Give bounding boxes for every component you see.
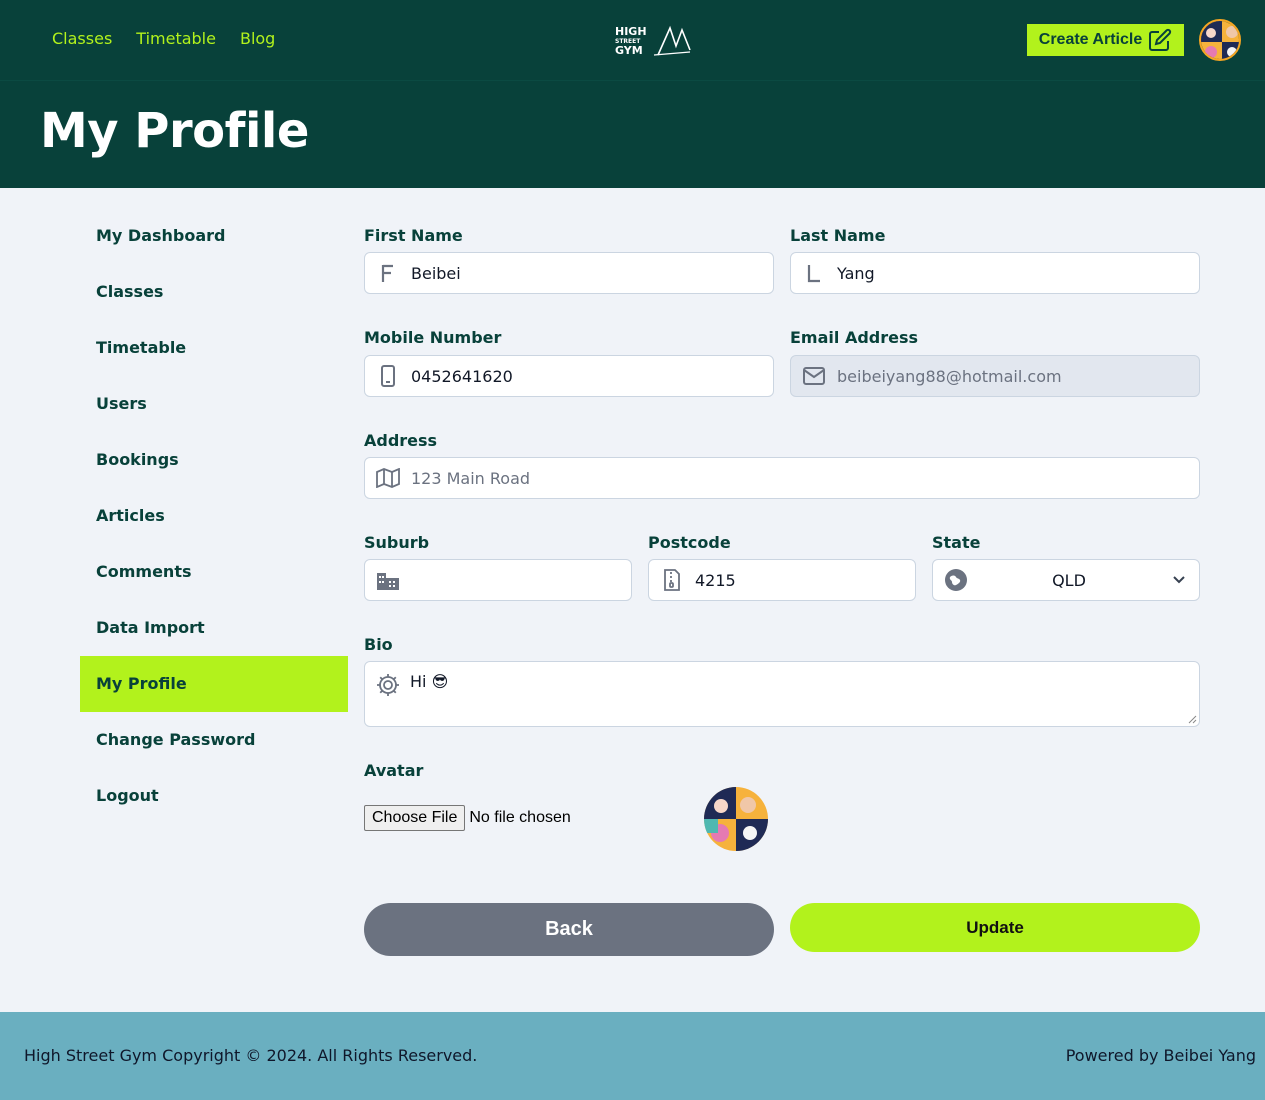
mobile-phone-icon (365, 364, 411, 388)
update-button[interactable]: Update (790, 903, 1200, 952)
nav-link-timetable[interactable]: Timetable (136, 29, 216, 48)
bio-textarea[interactable]: Hi 😎 (364, 661, 1200, 727)
sidebar-item-logout[interactable]: Logout (80, 768, 348, 824)
globe-icon (933, 568, 979, 592)
file-status-text: No file chosen (469, 809, 571, 826)
resize-handle-icon[interactable] (1187, 714, 1197, 724)
bio-value: Hi 😎 (410, 672, 449, 691)
sidebar-item-comments[interactable]: Comments (80, 544, 348, 600)
create-article-button[interactable]: Create Article (1027, 24, 1184, 56)
state-select[interactable]: QLD (932, 559, 1200, 601)
sidebar-menu: My Dashboard Classes Timetable Users Boo… (80, 208, 348, 824)
sidebar-item-timetable[interactable]: Timetable (80, 320, 348, 376)
top-navbar: Classes Timetable Blog HIGH STREET GYM C… (0, 0, 1265, 80)
letter-l-icon (791, 263, 837, 283)
last-name-label: Last Name (790, 226, 886, 245)
sidebar-item-articles[interactable]: Articles (80, 488, 348, 544)
chevron-down-icon (1159, 575, 1199, 585)
suburb-field[interactable] (364, 559, 632, 601)
last-name-value: Yang (837, 263, 875, 283)
page-title: My Profile (40, 103, 309, 159)
city-buildings-icon (365, 570, 411, 590)
gear-icon (375, 672, 401, 702)
footer-powered-by: Powered by Beibei Yang (1065, 1046, 1256, 1065)
zip-file-icon (649, 568, 695, 592)
user-avatar[interactable] (1199, 19, 1241, 61)
edit-icon (1149, 28, 1172, 51)
postcode-label: Postcode (648, 533, 731, 552)
mobile-label: Mobile Number (364, 328, 502, 347)
sidebar-item-my-profile[interactable]: My Profile (80, 656, 348, 712)
address-label: Address (364, 431, 438, 450)
page-header: My Profile (0, 80, 1265, 188)
avatar-label: Avatar (364, 761, 424, 780)
mobile-field[interactable]: 0452641620 (364, 355, 774, 397)
avatar-file-input[interactable]: Choose File No file chosen (364, 805, 571, 831)
address-placeholder: 123 Main Road (411, 468, 531, 488)
sidebar-item-classes[interactable]: Classes (80, 264, 348, 320)
sidebar-item-change-password[interactable]: Change Password (80, 712, 348, 768)
gym-logo[interactable]: HIGH STREET GYM (614, 24, 692, 58)
nav-link-blog[interactable]: Blog (240, 29, 275, 48)
state-value: QLD (1052, 570, 1086, 590)
sidebar-item-dashboard[interactable]: My Dashboard (80, 208, 348, 264)
address-field[interactable]: 123 Main Road (364, 457, 1200, 499)
logo-text-gym: GYM (615, 44, 643, 57)
postcode-value: 4215 (695, 570, 736, 590)
mobile-value: 0452641620 (411, 366, 513, 386)
email-value: beibeiyang88@hotmail.com (837, 366, 1062, 386)
nav-link-classes[interactable]: Classes (52, 29, 112, 48)
avatar-preview (704, 787, 768, 851)
sidebar-item-data-import[interactable]: Data Import (80, 600, 348, 656)
postcode-field[interactable]: 4215 (648, 559, 916, 601)
envelope-icon (791, 366, 837, 386)
nav-links: Classes Timetable Blog (52, 29, 275, 48)
first-name-field[interactable]: Beibei (364, 252, 774, 294)
letter-f-icon (365, 263, 411, 283)
back-button[interactable]: Back (364, 903, 774, 956)
state-label: State (932, 533, 981, 552)
footer-copyright: High Street Gym Copyright © 2024. All Ri… (24, 1046, 478, 1065)
email-field: beibeiyang88@hotmail.com (790, 355, 1200, 397)
suburb-label: Suburb (364, 533, 430, 552)
bio-label: Bio (364, 635, 393, 654)
sidebar-item-bookings[interactable]: Bookings (80, 432, 348, 488)
logo-text-high: HIGH (615, 25, 647, 38)
last-name-field[interactable]: Yang (790, 252, 1200, 294)
footer: High Street Gym Copyright © 2024. All Ri… (0, 1012, 1265, 1100)
create-article-label: Create Article (1038, 31, 1143, 48)
map-icon (365, 468, 411, 488)
choose-file-button[interactable]: Choose File (364, 805, 466, 831)
first-name-label: First Name (364, 226, 463, 245)
first-name-value: Beibei (411, 263, 461, 283)
email-label: Email Address (790, 328, 919, 347)
sidebar-item-users[interactable]: Users (80, 376, 348, 432)
